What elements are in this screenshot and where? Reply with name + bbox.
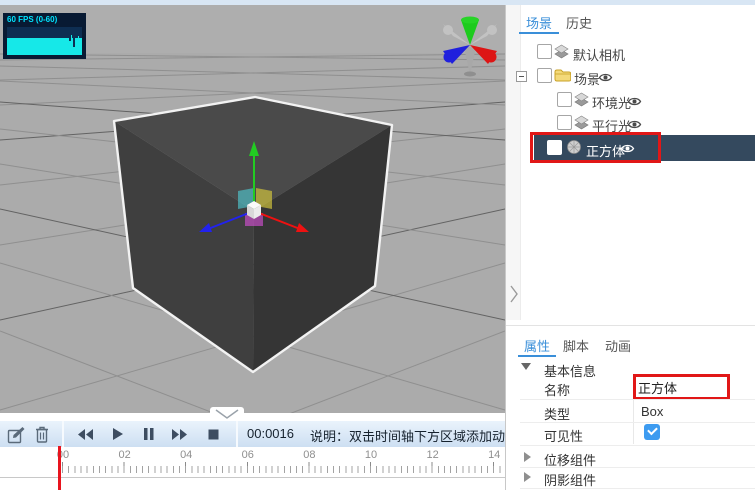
ruler-label: 10	[365, 449, 377, 461]
pause-button[interactable]	[137, 424, 159, 444]
triangle-right-icon	[524, 472, 531, 482]
stop-button[interactable]	[202, 424, 224, 444]
rewind-button[interactable]	[74, 424, 96, 444]
object-icon	[574, 115, 589, 130]
delete-keyframe-button[interactable]	[31, 424, 53, 444]
camera-checkbox[interactable]	[537, 44, 552, 59]
pencil-icon	[13, 427, 25, 438]
prop-label-name: 名称	[544, 380, 570, 399]
collapse-expander[interactable]	[516, 71, 527, 82]
fast-forward-button[interactable]	[168, 424, 190, 444]
eye-icon[interactable]	[627, 96, 642, 107]
panel-splitter[interactable]	[506, 5, 521, 320]
eye-icon[interactable]	[620, 143, 635, 154]
panel-expand-handle[interactable]	[508, 283, 520, 305]
viewport-3d[interactable]: 60 FPS (0-60)	[0, 5, 505, 413]
stop-icon	[207, 428, 220, 441]
mesh-icon	[566, 139, 582, 155]
timeline-ruler[interactable]: 00 02 04 06 08 10 12 14	[0, 447, 505, 477]
viewport-canvas	[0, 5, 505, 413]
tree-item-label: 场景	[574, 69, 600, 88]
edit-keyframe-button[interactable]	[5, 424, 27, 444]
eye-icon[interactable]	[627, 119, 642, 130]
triangle-down-icon	[521, 363, 531, 370]
timecode: 00:0016	[247, 426, 294, 441]
tab-properties[interactable]: 属性	[524, 336, 550, 355]
rewind-icon	[77, 428, 94, 441]
editor-window: 60 FPS (0-60)	[0, 0, 755, 490]
prop-value-type: Box	[641, 404, 663, 419]
column-separator	[633, 374, 634, 444]
fps-stats-panel[interactable]: 60 FPS (0-60)	[3, 13, 86, 59]
timeline-toolbar: 00:0016 说明：双击时间轴下方区域添加动画。	[0, 421, 505, 448]
tree-item-label: 平行光	[592, 116, 631, 135]
tab-animation[interactable]: 动画	[605, 336, 631, 355]
scene-checkbox[interactable]	[537, 68, 552, 83]
name-input[interactable]	[638, 377, 726, 397]
ruler-label: 08	[303, 449, 315, 461]
playhead[interactable]	[58, 446, 61, 490]
object-icon	[554, 44, 569, 59]
play-button[interactable]	[106, 424, 128, 444]
tree-item-label: 环境光	[592, 93, 631, 112]
ruler-label: 14	[488, 449, 500, 461]
tab-history[interactable]: 历史	[566, 13, 592, 32]
toolbar-separator	[62, 421, 64, 447]
panel-divider	[506, 325, 755, 326]
section-label: 基本信息	[544, 361, 596, 380]
ambient-checkbox[interactable]	[557, 92, 572, 107]
ruler-baseline	[0, 477, 505, 478]
active-tab-underline	[519, 32, 559, 34]
fast-forward-icon	[171, 428, 188, 441]
folder-icon	[554, 68, 571, 82]
active-tab-underline	[518, 355, 556, 357]
timeline-hint: 说明：双击时间轴下方区域添加动画。	[310, 426, 531, 445]
cube-object[interactable]	[114, 97, 392, 372]
right-panel: 场景 历史 默认相机 场景	[505, 5, 755, 490]
section-label: 阴影组件	[544, 470, 596, 489]
ruler-label: 12	[426, 449, 438, 461]
eye-icon[interactable]	[598, 72, 613, 83]
viewport-bottom-strip	[0, 413, 505, 421]
toolbar-separator	[236, 421, 238, 447]
visibility-checkbox[interactable]	[644, 424, 660, 440]
object-icon	[574, 92, 589, 107]
ruler-label: 04	[180, 449, 192, 461]
tab-scene[interactable]: 场景	[526, 13, 552, 32]
prop-label-type: 类型	[544, 404, 570, 423]
ruler-label: 06	[242, 449, 254, 461]
trash-icon	[33, 425, 51, 444]
fps-graph	[7, 27, 82, 55]
tree-item-label: 默认相机	[573, 45, 625, 64]
directional-checkbox[interactable]	[557, 115, 572, 130]
timeline-collapse-handle[interactable]	[210, 407, 244, 421]
cube-checkbox[interactable]	[547, 140, 562, 155]
play-icon	[111, 427, 124, 441]
fps-label: 60 FPS (0-60)	[7, 15, 57, 24]
tab-script[interactable]: 脚本	[563, 336, 589, 355]
ruler-label: 02	[118, 449, 130, 461]
pause-icon	[142, 427, 155, 441]
triangle-right-icon	[524, 452, 531, 462]
ruler-minor-ticks	[62, 466, 504, 473]
prop-label-visibility: 可见性	[544, 426, 583, 445]
